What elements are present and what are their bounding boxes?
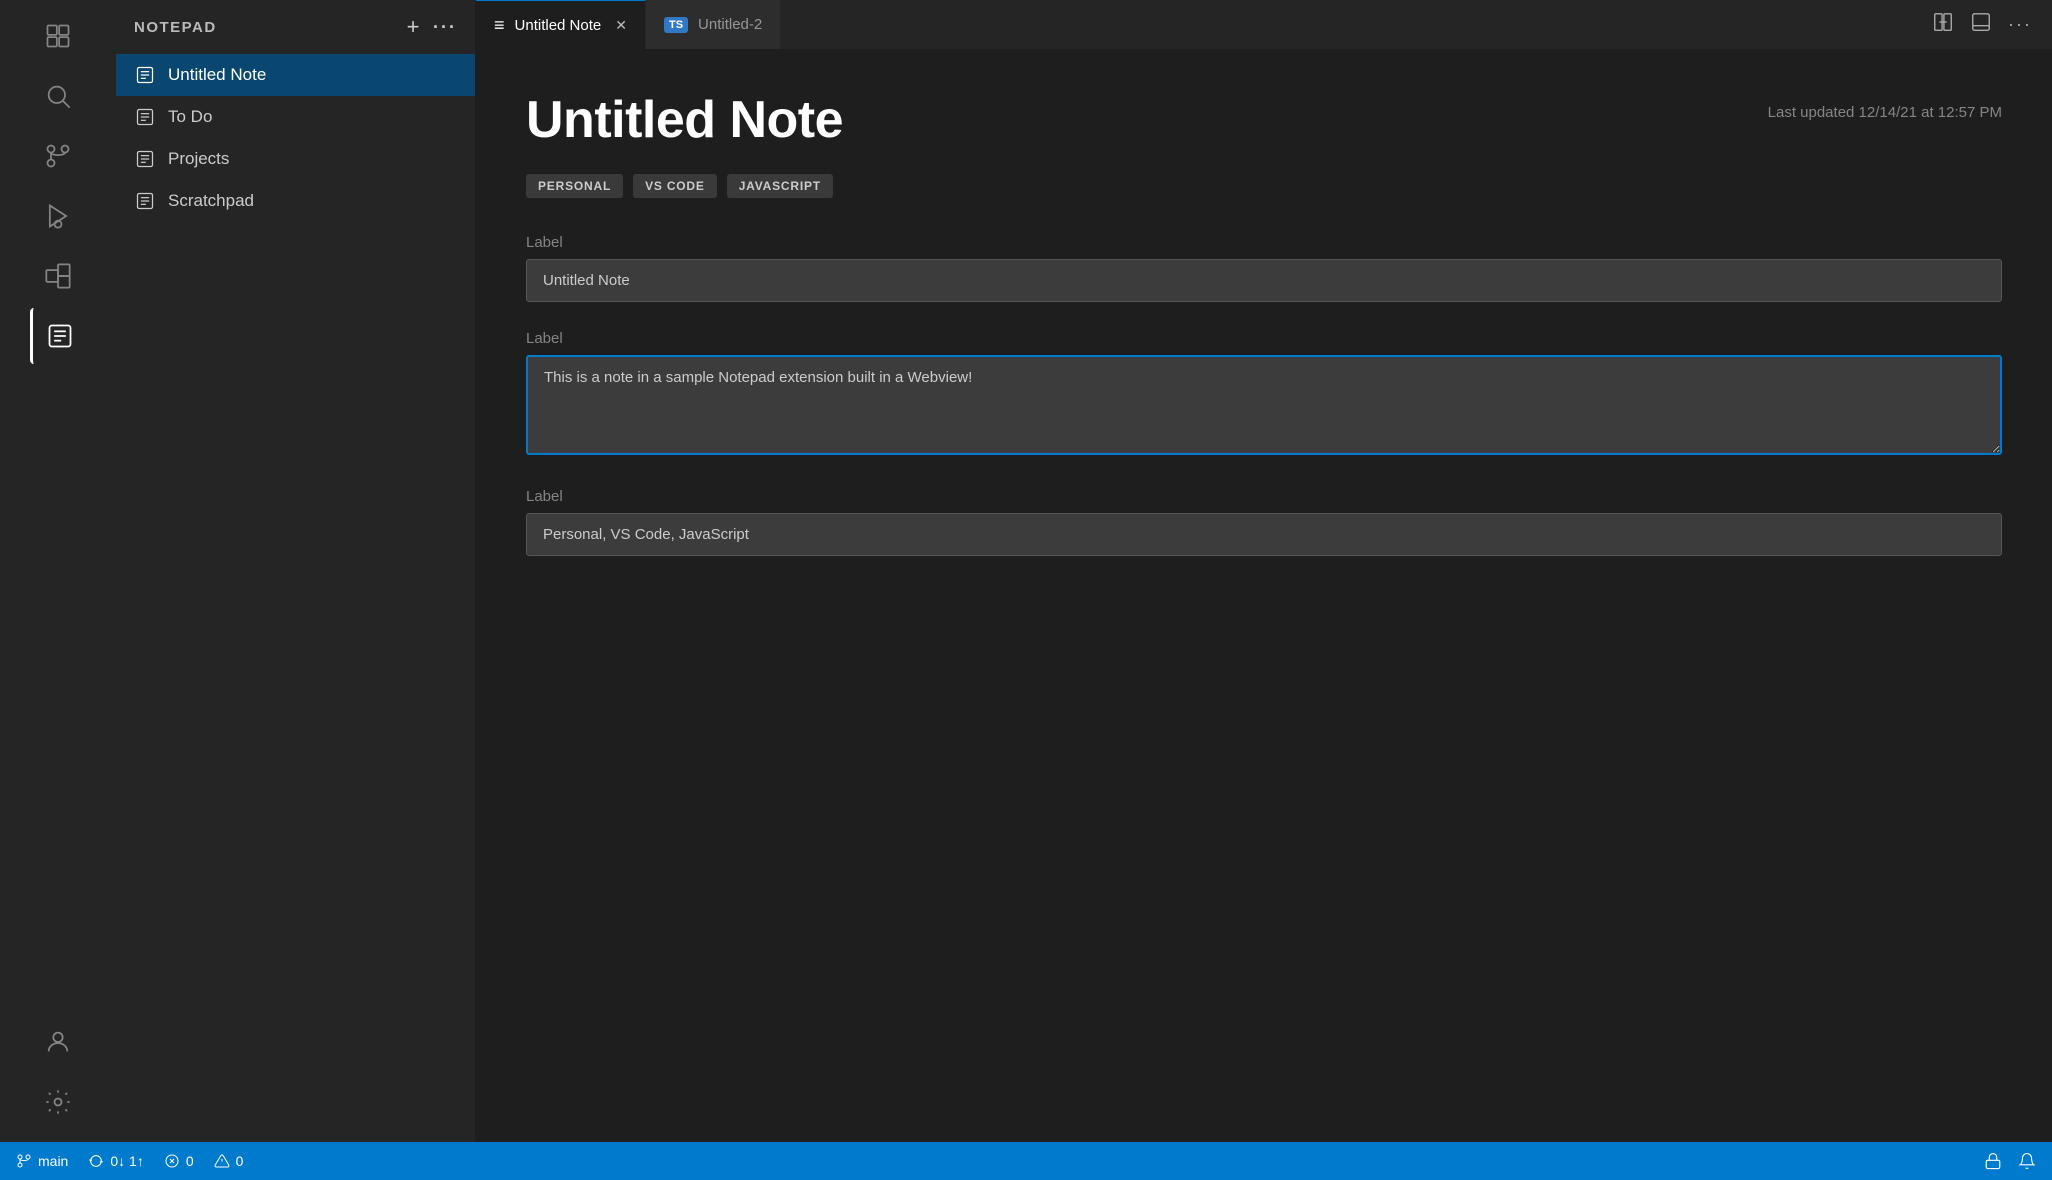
- tags-field-label: Label: [526, 488, 2002, 505]
- account-icon[interactable]: [30, 1014, 86, 1070]
- more-editor-options-button[interactable]: ···: [2008, 14, 2032, 35]
- sidebar-item-scratchpad[interactable]: Scratchpad: [116, 180, 475, 222]
- tab-label: Untitled Note: [515, 17, 602, 34]
- settings-icon[interactable]: [30, 1074, 86, 1130]
- note-last-updated: Last updated 12/14/21 at 12:57 PM: [1768, 90, 2002, 121]
- activity-bar: [0, 0, 116, 1142]
- remote-svg: [1984, 1152, 2002, 1170]
- extensions-icon[interactable]: [30, 248, 86, 304]
- body-field-section: Label This is a note in a sample Notepad…: [526, 330, 2002, 460]
- note-icon-2: [134, 106, 156, 128]
- sync-label: 0↓ 1↑: [110, 1153, 143, 1169]
- note-icon-3: [134, 148, 156, 170]
- sidebar-item-untitled-note[interactable]: Untitled Note: [116, 54, 475, 96]
- toggle-panel-button[interactable]: [1970, 11, 1992, 39]
- sidebar-header: NOTEPAD + ···: [116, 0, 475, 54]
- more-options-button[interactable]: ···: [433, 17, 457, 38]
- sidebar-header-actions: + ···: [407, 14, 457, 40]
- editor-area: ≡ Untitled Note ✕ TS Untitled-2 ··: [476, 0, 2052, 1142]
- tag-vscode[interactable]: VS CODE: [633, 174, 717, 198]
- sidebar-item-to-do[interactable]: To Do: [116, 96, 475, 138]
- label-field-label: Label: [526, 234, 2002, 251]
- tab-bar: ≡ Untitled Note ✕ TS Untitled-2 ··: [476, 0, 2052, 50]
- tab-untitled-2[interactable]: TS Untitled-2: [646, 0, 781, 49]
- body-field-label: Label: [526, 330, 2002, 347]
- explorer-icon[interactable]: [30, 8, 86, 64]
- label-input[interactable]: [526, 259, 2002, 302]
- git-branch-label: main: [38, 1153, 68, 1169]
- note-header: Untitled Note Last updated 12/14/21 at 1…: [526, 90, 2002, 150]
- warnings-item[interactable]: 0: [214, 1153, 244, 1169]
- sidebar-item-label: Untitled Note: [168, 65, 266, 85]
- error-icon: [164, 1153, 180, 1169]
- sidebar-item-projects[interactable]: Projects: [116, 138, 475, 180]
- tags-input[interactable]: [526, 513, 2002, 556]
- sidebar-title: NOTEPAD: [134, 19, 217, 36]
- tab-bar-actions: ···: [1932, 0, 2052, 49]
- add-note-button[interactable]: +: [407, 14, 421, 40]
- tag-javascript[interactable]: JAVASCRIPT: [727, 174, 833, 198]
- warnings-count: 0: [236, 1153, 244, 1169]
- note-icon: [134, 64, 156, 86]
- sidebar-item-label: Projects: [168, 149, 229, 169]
- search-icon[interactable]: [30, 68, 86, 124]
- git-branch-icon: [16, 1153, 32, 1169]
- sidebar: NOTEPAD + ··· Untitled Note To Do: [116, 0, 476, 1142]
- git-branch-item[interactable]: main: [16, 1153, 68, 1169]
- note-icon-4: [134, 190, 156, 212]
- notification-icon[interactable]: [2018, 1152, 2036, 1170]
- run-debug-icon[interactable]: [30, 188, 86, 244]
- tags-row: PERSONAL VS CODE JAVASCRIPT: [526, 174, 2002, 198]
- bell-icon: [2018, 1152, 2036, 1170]
- sync-status-item[interactable]: 0↓ 1↑: [88, 1153, 143, 1169]
- tab-label-2: Untitled-2: [698, 16, 762, 33]
- source-control-icon[interactable]: [30, 128, 86, 184]
- tag-personal[interactable]: PERSONAL: [526, 174, 623, 198]
- status-bar-right: [1984, 1152, 2036, 1170]
- errors-item[interactable]: 0: [164, 1153, 194, 1169]
- editor-content: Untitled Note Last updated 12/14/21 at 1…: [476, 50, 2052, 1142]
- warning-icon: [214, 1153, 230, 1169]
- ts-badge: TS: [664, 17, 688, 33]
- status-bar: main 0↓ 1↑ 0 0: [0, 1142, 2052, 1180]
- tab-untitled-note[interactable]: ≡ Untitled Note ✕: [476, 0, 646, 49]
- note-title: Untitled Note: [526, 90, 843, 150]
- remote-icon[interactable]: [1984, 1152, 2002, 1170]
- label-field-section: Label: [526, 234, 2002, 302]
- notepad-icon[interactable]: [30, 308, 86, 364]
- errors-count: 0: [186, 1153, 194, 1169]
- body-textarea[interactable]: This is a note in a sample Notepad exten…: [526, 355, 2002, 455]
- tab-note-icon: ≡: [494, 15, 505, 36]
- tab-close-button[interactable]: ✕: [615, 17, 627, 34]
- tags-field-section: Label: [526, 488, 2002, 556]
- split-editor-button[interactable]: [1932, 11, 1954, 39]
- sync-icon: [88, 1153, 104, 1169]
- sidebar-item-label: Scratchpad: [168, 191, 254, 211]
- sidebar-item-label: To Do: [168, 107, 212, 127]
